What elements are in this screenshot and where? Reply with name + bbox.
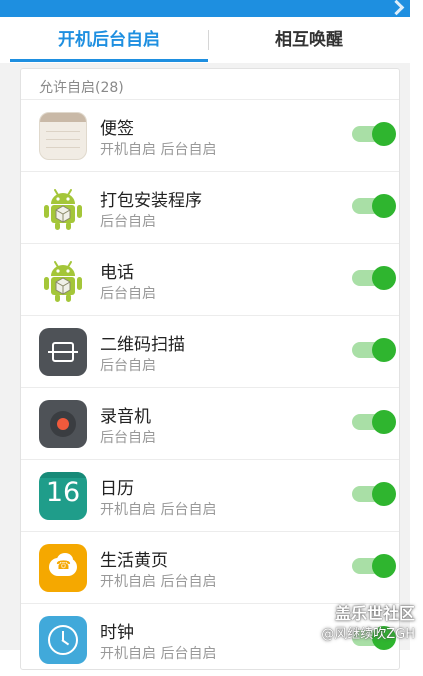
- watermark-handle: @风继续吹ZGH: [321, 627, 415, 642]
- watermark-title: 盖乐世社区: [334, 604, 415, 623]
- app-name: 日历: [100, 479, 134, 499]
- list-item[interactable]: 打包安装程序 后台自启: [21, 172, 399, 244]
- recorder-icon: [39, 400, 87, 448]
- status-bar: [0, 0, 410, 17]
- autostart-toggle[interactable]: [352, 266, 396, 290]
- list-item[interactable]: 二维码扫描 后台自启: [21, 316, 399, 388]
- app-name: 生活黄页: [100, 551, 168, 571]
- autostart-toggle[interactable]: [352, 338, 396, 362]
- calendar-icon: 16: [39, 472, 87, 520]
- app-status: 后台自启: [100, 286, 156, 302]
- list-item[interactable]: 录音机 后台自启: [21, 388, 399, 460]
- notes-icon: [39, 112, 87, 160]
- app-status: 后台自启: [100, 358, 156, 374]
- android-icon: [39, 256, 87, 304]
- signal-icon: [388, 0, 405, 16]
- autostart-toggle[interactable]: [352, 122, 396, 146]
- app-list-card: 允许自启(28) 便签 开机自启 后台自启 打包安装程序 后台自启 电话 后台自…: [20, 68, 400, 670]
- autostart-toggle[interactable]: [352, 410, 396, 434]
- list-item[interactable]: 便签 开机自启 后台自启: [21, 100, 399, 172]
- section-header: 允许自启(28): [39, 80, 124, 96]
- autostart-toggle[interactable]: [352, 482, 396, 506]
- app-name: 打包安装程序: [100, 191, 202, 211]
- app-status: 开机自启 后台自启: [100, 574, 217, 590]
- tab-bar: 开机后台自启 相互唤醒: [0, 17, 410, 64]
- app-status: 开机自启 后台自启: [100, 646, 217, 662]
- app-name: 录音机: [100, 407, 151, 427]
- app-name: 时钟: [100, 623, 134, 643]
- clock-icon: [39, 616, 87, 664]
- app-status: 开机自启 后台自启: [100, 502, 217, 518]
- calendar-day: 16: [45, 477, 81, 508]
- tab-mutual-wakeup[interactable]: 相互唤醒: [210, 17, 408, 63]
- tab-divider: [208, 30, 209, 50]
- autostart-toggle[interactable]: [352, 194, 396, 218]
- app-name: 便签: [100, 119, 134, 139]
- active-tab-indicator: [10, 59, 208, 62]
- app-status: 后台自启: [100, 430, 156, 446]
- qr-scanner-icon: [39, 328, 87, 376]
- list-item[interactable]: 16 日历 开机自启 后台自启: [21, 460, 399, 532]
- app-name: 二维码扫描: [100, 335, 185, 355]
- list-item[interactable]: ☎ 生活黄页 开机自启 后台自启: [21, 532, 399, 604]
- yellow-pages-icon: ☎: [39, 544, 87, 592]
- app-status: 后台自启: [100, 214, 156, 230]
- app-name: 电话: [100, 263, 134, 283]
- app-status: 开机自启 后台自启: [100, 142, 217, 158]
- tab-boot-background-autostart[interactable]: 开机后台自启: [10, 17, 208, 63]
- list-item[interactable]: 电话 后台自启: [21, 244, 399, 316]
- autostart-toggle[interactable]: [352, 554, 396, 578]
- android-icon: [39, 184, 87, 232]
